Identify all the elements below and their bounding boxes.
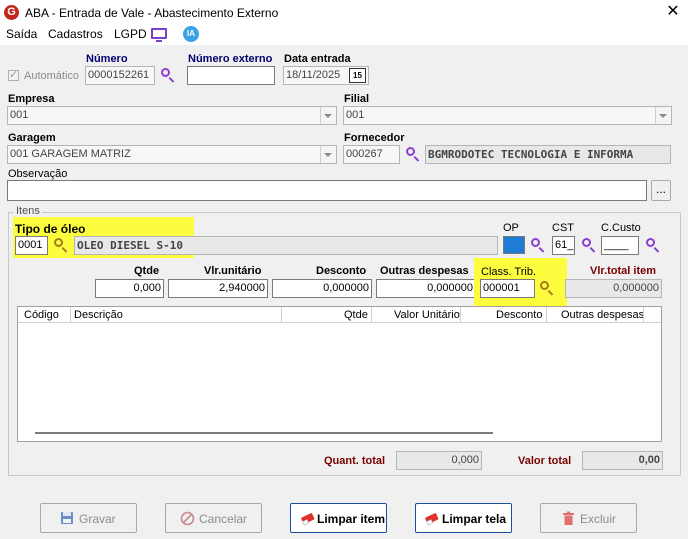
gravar-button[interactable]: Gravar [40, 503, 137, 533]
save-icon [61, 512, 73, 524]
tipo-oleo-code-field[interactable]: 0001 [15, 236, 48, 255]
col-separator [70, 307, 71, 323]
col-descricao[interactable]: Descrição [74, 309, 123, 321]
empresa-combo[interactable]: 001 [7, 106, 337, 125]
items-grid[interactable] [17, 306, 662, 442]
limpar-item-button[interactable]: Limpar item [290, 503, 387, 533]
trash-icon [563, 511, 574, 525]
garagem-label: Garagem [8, 132, 56, 144]
numero-externo-field[interactable] [187, 66, 275, 85]
limpar-tela-label: Limpar tela [442, 512, 507, 526]
class-trib-label: Class. Trib. [481, 266, 537, 278]
vlr-unitario-label: Vlr.unitário [204, 265, 262, 277]
col-separator [546, 307, 547, 323]
fornecedor-label: Fornecedor [344, 132, 405, 144]
automatico-checkbox[interactable] [8, 68, 19, 81]
vlr-unitario-field[interactable]: 2,940000 [168, 279, 268, 298]
automatico-label: Automático [24, 70, 80, 82]
search-ccusto-icon[interactable] [645, 237, 661, 253]
search-cst-icon[interactable] [581, 237, 597, 253]
ia-icon[interactable]: IA [183, 26, 199, 42]
fornecedor-name-field: BGMRODOTEC TECNOLOGIA E INFORMA [425, 145, 671, 164]
data-entrada-label: Data entrada [284, 53, 351, 65]
close-button[interactable]: ✕ [660, 2, 686, 22]
col-separator [643, 307, 644, 323]
qtde-label: Qtde [134, 265, 160, 277]
filial-value: 001 [346, 109, 365, 121]
tipo-oleo-label: Tipo de óleo [15, 222, 86, 236]
valor-total-label: Valor total [518, 455, 572, 467]
filial-label: Filial [344, 93, 370, 105]
col-outras-despesas[interactable]: Outras despesas [561, 309, 644, 321]
op-label: OP [503, 222, 519, 234]
quant-total-field: 0,000 [396, 451, 482, 470]
filial-dropdown-icon[interactable] [655, 107, 670, 124]
col-desconto[interactable]: Desconto [496, 309, 542, 321]
cancelar-label: Cancelar [199, 512, 248, 526]
grid-horizontal-scrollbar[interactable] [35, 432, 493, 434]
qtde-field[interactable]: 0,000 [95, 279, 164, 298]
limpar-item-label: Limpar item [317, 512, 386, 526]
menu-cadastros[interactable]: Cadastros [48, 27, 103, 41]
numero-externo-label: Número externo [188, 53, 273, 65]
cancelar-button[interactable]: Cancelar [165, 503, 262, 533]
search-numero-icon[interactable] [160, 67, 176, 83]
calendar-icon[interactable]: 15 [349, 68, 366, 83]
cst-field[interactable]: 61_ [552, 236, 575, 255]
excluir-button[interactable]: Excluir [540, 503, 637, 533]
itens-group-title: Itens [14, 205, 42, 217]
search-class-trib-icon[interactable] [539, 280, 555, 296]
empresa-dropdown-icon[interactable] [320, 107, 335, 124]
search-tipo-oleo-icon[interactable] [53, 237, 69, 253]
garagem-dropdown-icon[interactable] [320, 146, 335, 163]
monitor-icon[interactable] [151, 28, 167, 42]
col-valor-unitario[interactable]: Valor Unitário [394, 309, 460, 321]
observacao-label: Observação [8, 168, 68, 180]
eraser-icon [425, 513, 439, 526]
eraser-icon [301, 513, 315, 526]
menu-saida[interactable]: Saída [6, 27, 37, 41]
col-qtde[interactable]: Qtde [344, 309, 368, 321]
app-logo-icon: G [4, 5, 19, 20]
menu-bar [0, 25, 688, 45]
empresa-label: Empresa [8, 93, 55, 105]
garagem-combo[interactable]: 001 GARAGEM MATRIZ [7, 145, 337, 164]
ccusto-field[interactable]: ____ [601, 236, 639, 255]
tipo-oleo-name-field: OLEO DIESEL S-10 [74, 236, 498, 255]
observacao-more-button[interactable]: ... [651, 180, 671, 201]
empresa-value: 001 [10, 109, 29, 121]
limpar-tela-button[interactable]: Limpar tela [415, 503, 512, 533]
outras-despesas-field[interactable]: 0,000000 [376, 279, 476, 298]
col-separator [281, 307, 282, 323]
col-separator [460, 307, 461, 323]
col-separator [371, 307, 372, 323]
desconto-label: Desconto [316, 265, 367, 277]
gravar-label: Gravar [79, 512, 116, 526]
ccusto-label: C.Custo [601, 222, 641, 234]
class-trib-field[interactable]: 000001 [480, 279, 535, 298]
valor-total-field: 0,00 [582, 451, 663, 470]
quant-total-label: Quant. total [324, 455, 386, 467]
vlr-total-item-field: 0,000000 [565, 279, 662, 298]
op-field[interactable] [503, 236, 525, 254]
col-codigo[interactable]: Código [24, 309, 59, 321]
numero-label: Número [86, 53, 128, 65]
desconto-field[interactable]: 0,000000 [272, 279, 372, 298]
filial-combo[interactable]: 001 [343, 106, 672, 125]
numero-field[interactable]: 0000152261 [85, 66, 155, 85]
cst-label: CST [552, 222, 574, 234]
search-op-icon[interactable] [530, 237, 546, 253]
outras-despesas-label: Outras despesas [380, 265, 469, 277]
cancel-icon [180, 511, 195, 526]
observacao-field[interactable] [7, 180, 647, 201]
menu-lgpd[interactable]: LGPD [114, 27, 147, 41]
search-fornecedor-icon[interactable] [405, 146, 421, 162]
excluir-label: Excluir [580, 512, 617, 526]
fornecedor-code-field[interactable]: 000267 [343, 145, 400, 164]
vlr-total-item-label: Vlr.total item [590, 265, 657, 277]
garagem-value: 001 GARAGEM MATRIZ [10, 148, 131, 160]
window-title: ABA - Entrada de Vale - Abastecimento Ex… [25, 6, 279, 20]
